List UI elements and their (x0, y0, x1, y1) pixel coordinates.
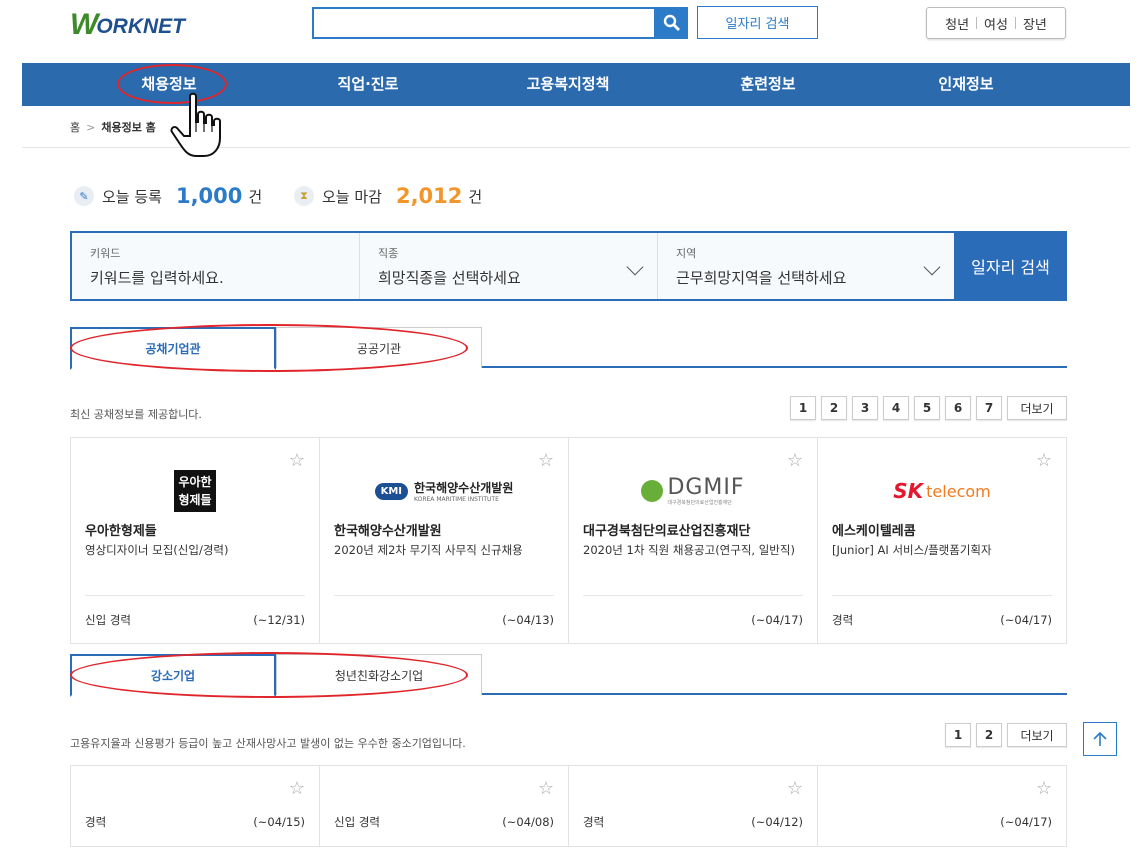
career-type: 신입 경력 (85, 612, 131, 627)
job-card[interactable]: ☆ 경력 (~04/15) (71, 766, 320, 846)
today-closing: ⧗ 오늘 마감 2,012 건 (294, 184, 482, 208)
tab-public-institution[interactable]: 공공기관 (276, 327, 482, 368)
page-button[interactable]: 7 (976, 396, 1002, 420)
deadline: (~04/15) (253, 815, 305, 829)
page-button[interactable]: 4 (883, 396, 909, 420)
chevron-right-icon: > (86, 120, 96, 134)
more-button[interactable]: 더보기 (1007, 396, 1067, 420)
job-search-link[interactable]: 일자리 검색 (697, 6, 818, 39)
worknet-logo[interactable]: W ORKNET (70, 8, 185, 41)
breadcrumb-current: 채용정보 홈 (101, 121, 156, 134)
tab-public-recruit[interactable]: 공채기업관 (70, 327, 276, 370)
chevron-down-icon (626, 258, 644, 276)
more-button[interactable]: 더보기 (1007, 723, 1067, 747)
job-card[interactable]: ☆ (~04/17) (818, 766, 1066, 846)
search-icon (663, 14, 680, 31)
deadline: (~04/12) (751, 815, 803, 829)
deadline: (~04/13) (502, 612, 554, 627)
career-type: 신입 경력 (334, 815, 380, 829)
page-button[interactable]: 2 (821, 396, 847, 420)
company-logo: 우아한 형제들 (71, 468, 319, 514)
public-tabs: 공채기업관 공공기관 (70, 327, 1067, 370)
job-filter: 키워드 키워드를 입력하세요. 직종 희망직종을 선택하세요 지역 근무희망지역… (70, 231, 1067, 301)
small-description: 고용유지율과 신용평가 등급이 높고 산재사망사고 발생이 없는 우수한 중소기… (70, 737, 466, 750)
page-button[interactable]: 6 (945, 396, 971, 420)
career-type: 경력 (832, 612, 854, 627)
page-button[interactable]: 1 (945, 723, 971, 747)
tab-youth-friendly-company[interactable]: 청년친화강소기업 (276, 654, 482, 695)
star-icon[interactable]: ☆ (1036, 778, 1052, 799)
hourglass-icon: ⧗ (294, 186, 314, 206)
deadline: (~12/31) (253, 612, 305, 627)
user-tab-women[interactable]: 여성 (984, 14, 1008, 33)
job-card[interactable]: ☆ DGMIF 대구경북첨단의료산업진흥재단 대구경북첨단의료산업진흥재단 20… (569, 438, 818, 643)
star-icon[interactable]: ☆ (289, 778, 305, 799)
today-closing-count: 2,012 (395, 184, 463, 208)
edit-icon: ✎ (74, 186, 94, 206)
public-job-cards: ☆ 우아한 형제들 우아한형제들 영상디자이너 모집(신입/경력) 신입 경력 … (70, 437, 1067, 644)
search-input[interactable] (312, 7, 656, 39)
tab-small-company[interactable]: 강소기업 (70, 654, 276, 697)
deadline: (~04/17) (751, 612, 803, 627)
job-card[interactable]: ☆ KMI 한국해양수산개발원 KOREA MARITIME INSTITUTE… (320, 438, 569, 643)
job-search-button[interactable]: 일자리 검색 (954, 231, 1067, 301)
today-registered: ✎ 오늘 등록 1,000 건 (74, 184, 262, 208)
chevron-down-icon (923, 258, 941, 276)
public-description: 최신 공채정보를 제공합니다. (70, 408, 202, 421)
deadline: (~04/17) (1000, 612, 1052, 627)
breadcrumb-home[interactable]: 홈 (70, 119, 80, 135)
company-logo: KMI 한국해양수산개발원 KOREA MARITIME INSTITUTE (320, 468, 568, 514)
page-button[interactable]: 3 (852, 396, 878, 420)
job-card[interactable]: ☆ 경력 (~04/12) (569, 766, 818, 846)
company-logo: SK telecom (893, 479, 991, 503)
user-tab-senior[interactable]: 장년 (1023, 14, 1047, 33)
public-pager: 1 2 3 4 5 6 7 더보기 (790, 396, 1067, 420)
region-select[interactable]: 지역 근무희망지역을 선택하세요 (658, 233, 954, 299)
deadline: (~04/17) (1000, 815, 1052, 829)
user-type-tabs: 청년 여성 장년 (926, 7, 1066, 39)
user-tab-youth[interactable]: 청년 (945, 14, 969, 33)
nav-item-welfare-policy[interactable]: 고용복지정책 (527, 63, 610, 106)
hand-pointer-icon (170, 92, 221, 157)
nav-item-talent[interactable]: 인재정보 (938, 63, 993, 106)
today-registered-count: 1,000 (175, 184, 243, 208)
page-button[interactable]: 2 (976, 723, 1002, 747)
job-category-select[interactable]: 직종 희망직종을 선택하세요 (360, 233, 658, 299)
arrow-up-icon (1093, 731, 1107, 746)
small-company-tabs: 강소기업 청년친화강소기업 (70, 654, 1067, 697)
star-icon[interactable]: ☆ (538, 778, 554, 799)
deadline: (~04/08) (502, 815, 554, 829)
star-icon[interactable]: ☆ (787, 778, 803, 799)
career-type: 경력 (85, 815, 107, 829)
scroll-top-button[interactable] (1083, 722, 1117, 756)
company-logo: DGMIF 대구경북첨단의료산업진흥재단 (569, 468, 817, 514)
job-card[interactable]: ☆ SK telecom 에스케이텔레콤 [Junior] AI 서비스/플랫폼… (818, 438, 1066, 643)
job-card[interactable]: ☆ 우아한 형제들 우아한형제들 영상디자이너 모집(신입/경력) 신입 경력 … (71, 438, 320, 643)
nav-item-training[interactable]: 훈련정보 (740, 63, 795, 106)
nav-item-career[interactable]: 직업·진로 (338, 63, 399, 106)
keyword-field[interactable]: 키워드 키워드를 입력하세요. (72, 233, 360, 299)
career-type: 경력 (583, 815, 605, 829)
small-company-cards: ☆ 경력 (~04/15) ☆ 신입 경력 (~04/08) ☆ 경력 (~04… (70, 765, 1067, 847)
job-card[interactable]: ☆ 신입 경력 (~04/08) (320, 766, 569, 846)
page-button[interactable]: 1 (790, 396, 816, 420)
small-pager: 1 2 더보기 (945, 723, 1067, 747)
page-button[interactable]: 5 (914, 396, 940, 420)
search-button[interactable] (656, 7, 688, 39)
breadcrumb: 홈 > 채용정보 홈 (70, 119, 156, 135)
